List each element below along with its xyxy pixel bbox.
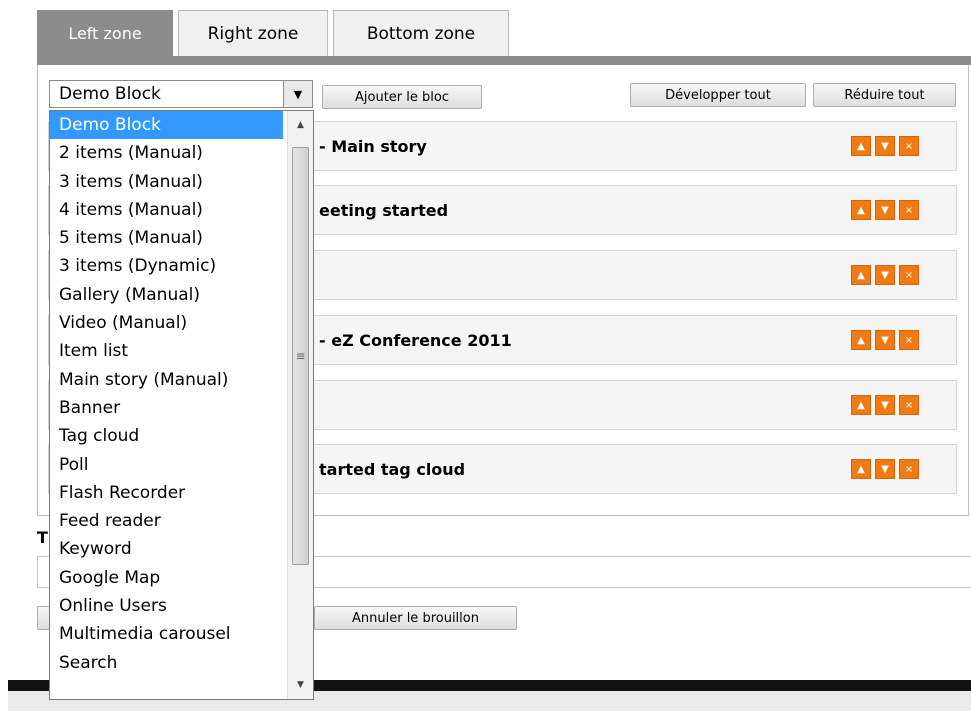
move-down-icon[interactable]: ▼ — [875, 200, 895, 220]
block-title: eeting started — [319, 200, 449, 220]
move-down-icon[interactable]: ▼ — [875, 265, 895, 285]
dropdown-option[interactable]: Keyword — [50, 535, 283, 563]
dropdown-option[interactable]: 2 items (Manual) — [50, 139, 283, 167]
dropdown-options: Demo Block 2 items (Manual) 3 items (Man… — [50, 111, 313, 677]
select-arrow-icon[interactable]: ▼ — [283, 81, 312, 107]
block-title: - Main story — [319, 136, 427, 156]
expand-all-button[interactable]: Développer tout — [630, 83, 806, 107]
dropdown-option[interactable]: Online Users — [50, 592, 283, 620]
move-down-icon[interactable]: ▼ — [875, 330, 895, 350]
remove-icon[interactable]: × — [899, 200, 919, 220]
block-type-dropdown-list[interactable]: Demo Block 2 items (Manual) 3 items (Man… — [49, 110, 314, 700]
remove-icon[interactable]: × — [899, 265, 919, 285]
dropdown-option[interactable]: Poll — [50, 451, 283, 479]
tab-bar-underline — [37, 56, 971, 65]
add-block-button[interactable]: Ajouter le bloc — [322, 85, 482, 109]
scroll-thumb[interactable]: ≡ — [292, 147, 309, 565]
dropdown-scrollbar[interactable]: ▲ ≡ ▼ — [287, 111, 313, 699]
block-title: - eZ Conference 2011 — [319, 330, 512, 350]
dropdown-option[interactable]: Item list — [50, 337, 283, 365]
field-label: T — [37, 528, 48, 547]
dropdown-option[interactable]: Feed reader — [50, 507, 283, 535]
scroll-down-icon[interactable]: ▼ — [288, 673, 313, 697]
block-type-select-value: Demo Block — [59, 84, 161, 104]
tab-right-zone[interactable]: Right zone — [178, 10, 328, 56]
discard-draft-button[interactable]: Annuler le brouillon — [314, 606, 517, 630]
dropdown-option[interactable]: Flash Recorder — [50, 479, 283, 507]
move-down-icon[interactable]: ▼ — [875, 395, 895, 415]
dropdown-option[interactable]: 4 items (Manual) — [50, 196, 283, 224]
block-type-select[interactable]: Demo Block ▼ — [49, 80, 313, 108]
move-up-icon[interactable]: ▲ — [851, 395, 871, 415]
dropdown-option[interactable]: 5 items (Manual) — [50, 224, 283, 252]
tab-bottom-zone[interactable]: Bottom zone — [333, 10, 509, 56]
dropdown-option[interactable]: Multimedia carousel — [50, 620, 283, 648]
dropdown-option[interactable]: Search — [50, 649, 283, 677]
dropdown-option[interactable]: Demo Block — [50, 111, 283, 140]
remove-icon[interactable]: × — [899, 395, 919, 415]
collapse-all-button[interactable]: Réduire tout — [813, 83, 956, 107]
remove-icon[interactable]: × — [899, 136, 919, 156]
dropdown-option[interactable]: Main story (Manual) — [50, 366, 283, 394]
remove-icon[interactable]: × — [899, 330, 919, 350]
remove-icon[interactable]: × — [899, 459, 919, 479]
move-down-icon[interactable]: ▼ — [875, 459, 895, 479]
tab-left-zone[interactable]: Left zone — [37, 10, 173, 56]
grip-icon: ≡ — [295, 349, 306, 363]
move-up-icon[interactable]: ▲ — [851, 200, 871, 220]
dropdown-option[interactable]: Video (Manual) — [50, 309, 283, 337]
dropdown-option[interactable]: Gallery (Manual) — [50, 281, 283, 309]
move-up-icon[interactable]: ▲ — [851, 330, 871, 350]
move-up-icon[interactable]: ▲ — [851, 265, 871, 285]
block-title: tarted tag cloud — [319, 459, 466, 479]
scroll-up-icon[interactable]: ▲ — [288, 113, 313, 137]
move-up-icon[interactable]: ▲ — [851, 136, 871, 156]
move-down-icon[interactable]: ▼ — [875, 136, 895, 156]
dropdown-option[interactable]: 3 items (Manual) — [50, 168, 283, 196]
dropdown-option[interactable]: 3 items (Dynamic) — [50, 252, 283, 280]
dropdown-option[interactable]: Google Map — [50, 564, 283, 592]
dropdown-option[interactable]: Tag cloud — [50, 422, 283, 450]
dropdown-option[interactable]: Banner — [50, 394, 283, 422]
move-up-icon[interactable]: ▲ — [851, 459, 871, 479]
